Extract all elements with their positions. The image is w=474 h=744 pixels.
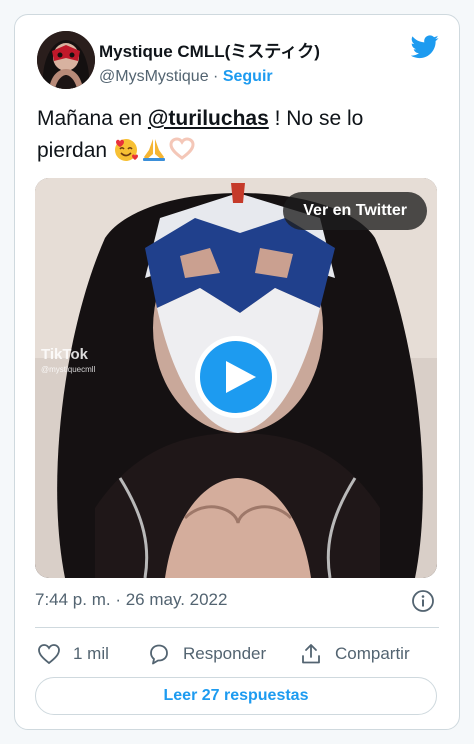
- twitter-bird-icon[interactable]: [411, 35, 439, 59]
- author-block: Mystique CMLL(ミスティク) @MysMystique · Segu…: [99, 37, 320, 86]
- handle-separator: ·: [213, 68, 219, 85]
- play-icon: [226, 361, 256, 393]
- divider: [35, 627, 439, 628]
- tiktok-username: @mystiquecmll: [41, 365, 96, 374]
- action-bar: 1 mil Responder Compartir: [37, 639, 441, 669]
- tiktok-watermark: TikTok @mystiquecmll: [41, 346, 95, 374]
- heart-hands-icon: [169, 137, 195, 160]
- reply-button[interactable]: Responder: [147, 639, 266, 669]
- watch-on-twitter-button[interactable]: Ver en Twitter: [283, 192, 427, 230]
- read-replies-button[interactable]: Leer 27 respuestas: [35, 677, 437, 715]
- follow-button[interactable]: Seguir: [223, 68, 273, 85]
- tweet-card: Mystique CMLL(ミスティク) @MysMystique · Segu…: [14, 14, 460, 730]
- tiktok-logo: TikTok: [41, 346, 88, 363]
- author-handle[interactable]: @MysMystique: [99, 68, 209, 85]
- heart-icon: [38, 644, 60, 665]
- video-media[interactable]: TikTok @mystiquecmll Ver en Twitter: [35, 178, 437, 578]
- play-button[interactable]: [195, 336, 277, 418]
- tweet-text: Mañana en @turiluchas ! No se lo pierdan: [37, 103, 437, 167]
- reply-label: Responder: [183, 644, 267, 663]
- tweet-text-before: Mañana en: [37, 107, 148, 130]
- tweet-timestamp[interactable]: 7:44 p. m. · 26 may. 2022: [35, 590, 227, 610]
- author-subline: @MysMystique · Seguir: [99, 68, 320, 86]
- avatar[interactable]: [37, 31, 95, 89]
- share-icon: [302, 644, 320, 664]
- mention-link[interactable]: @turiluchas: [148, 107, 269, 130]
- info-icon[interactable]: [411, 589, 435, 613]
- like-count: 1 mil: [73, 644, 109, 663]
- share-button[interactable]: Compartir: [299, 639, 410, 669]
- folded-hands-icon: [142, 139, 165, 161]
- author-name[interactable]: Mystique CMLL(ミスティク): [99, 37, 320, 62]
- share-label: Compartir: [335, 644, 410, 663]
- smiling-face-with-hearts-icon: [114, 139, 138, 161]
- like-button[interactable]: 1 mil: [37, 639, 109, 669]
- speech-bubble-icon: [150, 644, 168, 665]
